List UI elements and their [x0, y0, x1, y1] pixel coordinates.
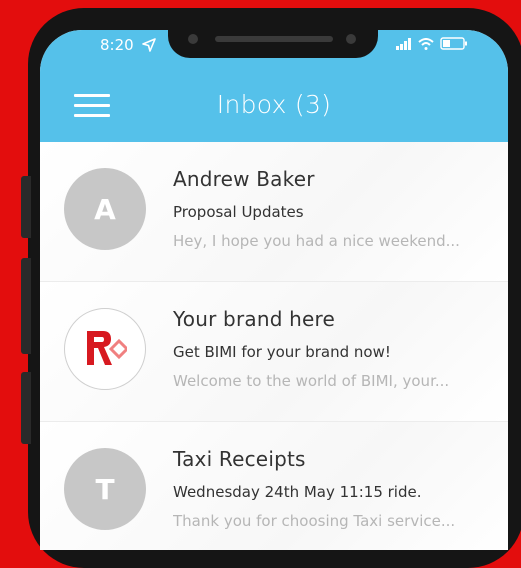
app-header: 8:20 Inbox (3)	[40, 30, 508, 142]
sensor-icon	[346, 34, 356, 44]
phone-screen: 8:20 Inbox (3) A Andrew Baker Proposal U…	[40, 30, 508, 550]
signal-icon	[396, 37, 411, 50]
speaker-grille	[215, 36, 333, 42]
email-row[interactable]: A Andrew Baker Proposal Updates Hey, I h…	[40, 142, 508, 282]
phone-side-button	[21, 176, 31, 238]
inbox-title: Inbox (3)	[216, 90, 332, 119]
battery-icon	[440, 37, 467, 50]
email-subject: Proposal Updates	[173, 203, 304, 221]
avatar: T	[64, 448, 146, 530]
camera-icon	[188, 34, 198, 44]
email-preview: Thank you for choosing Taxi service...	[173, 512, 456, 530]
email-list: A Andrew Baker Proposal Updates Hey, I h…	[40, 142, 508, 550]
phone-side-button	[21, 372, 31, 444]
brand-logo-avatar	[64, 308, 146, 390]
email-sender: Your brand here	[173, 307, 336, 331]
email-preview: Hey, I hope you had a nice weekend...	[173, 232, 460, 250]
phone-side-button	[21, 258, 31, 354]
email-sender: Taxi Receipts	[173, 447, 306, 471]
email-preview: Welcome to the world of BIMI, your...	[173, 372, 450, 390]
email-row[interactable]: T Taxi Receipts Wednesday 24th May 11:15…	[40, 422, 508, 550]
email-subject: Wednesday 24th May 11:15 ride.	[173, 483, 422, 501]
email-row[interactable]: Your brand here Get BIMI for your brand …	[40, 282, 508, 422]
wifi-icon	[418, 37, 434, 50]
avatar: A	[64, 168, 146, 250]
status-time: 8:20	[100, 36, 134, 54]
location-arrow-icon	[142, 38, 156, 52]
status-icons	[396, 37, 468, 50]
phone-notch	[168, 30, 378, 58]
email-sender: Andrew Baker	[173, 167, 315, 191]
brand-logo-icon	[87, 331, 127, 365]
email-subject: Get BIMI for your brand now!	[173, 343, 391, 361]
